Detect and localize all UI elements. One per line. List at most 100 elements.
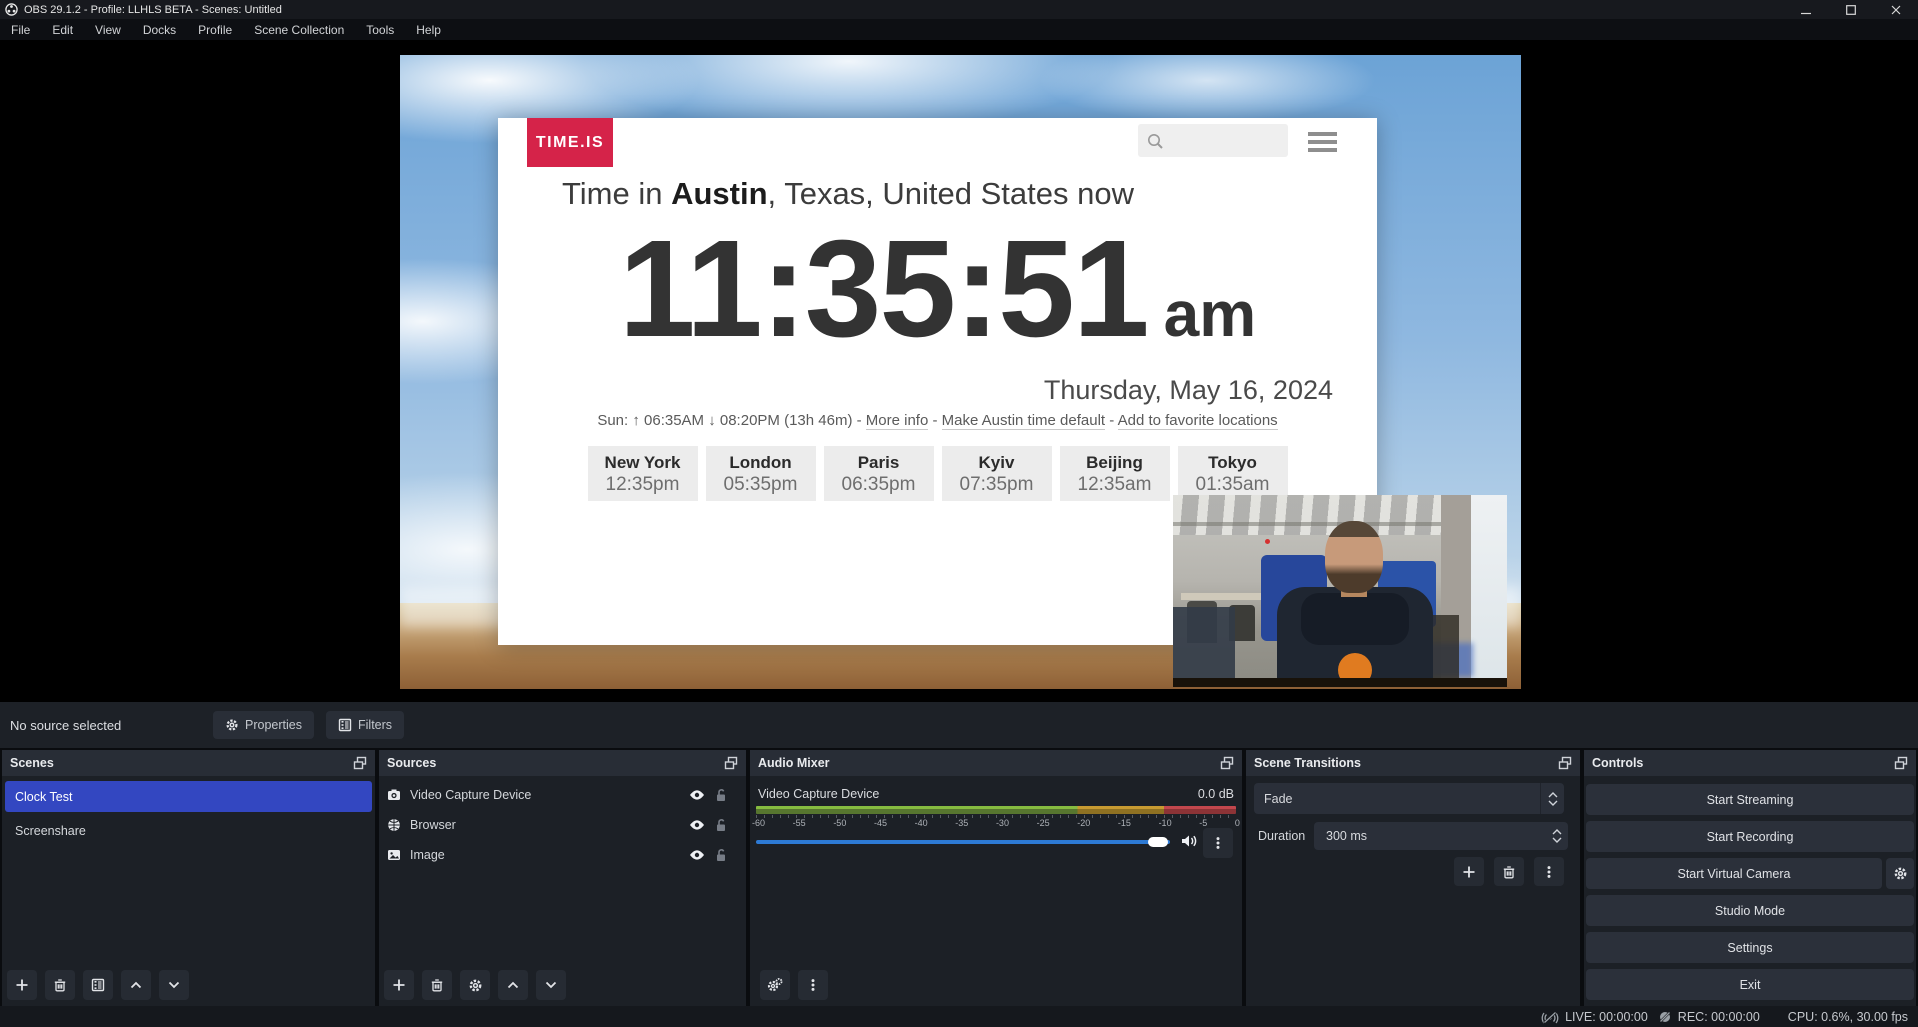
scene-filters-button[interactable] [83,970,113,1000]
popout-icon[interactable] [1894,756,1908,770]
maximize-button[interactable] [1828,0,1873,19]
minimize-button[interactable] [1783,0,1828,19]
source-move-down-button[interactable] [536,970,566,1000]
virtual-camera-config-button[interactable] [1886,858,1914,889]
filters-button[interactable]: Filters [326,711,404,739]
start-virtual-camera-button[interactable]: Start Virtual Camera [1586,858,1882,889]
current-date: Thursday, May 16, 2024 [1044,375,1333,406]
scenes-dock-header[interactable]: Scenes [2,750,375,776]
camera-icon [387,788,401,802]
popout-icon[interactable] [724,756,738,770]
window-title: OBS 29.1.2 - Profile: LLHLS BETA - Scene… [24,4,282,16]
properties-button[interactable]: Properties [213,711,314,739]
mixer-level-db: 0.0 dB [1198,787,1234,801]
menu-tools[interactable]: Tools [355,19,405,40]
spin-up-icon[interactable] [1552,829,1562,835]
chevron-up-icon [129,978,143,992]
transitions-header[interactable]: Scene Transitions [1246,750,1580,776]
scene-item-clock-test[interactable]: Clock Test [5,781,372,812]
scene-move-up-button[interactable] [121,970,151,1000]
source-status-text: No source selected [10,718,121,733]
clock-digits: 11:35:51 [619,212,1148,366]
remove-source-button[interactable] [422,970,452,1000]
plus-icon [1462,865,1476,879]
popout-icon[interactable] [1220,756,1234,770]
more-info-link: More info [866,412,929,430]
menu-help[interactable]: Help [405,19,452,40]
trash-icon [53,978,67,992]
transition-select[interactable]: Fade [1254,783,1564,814]
menu-edit[interactable]: Edit [41,19,84,40]
source-move-up-button[interactable] [498,970,528,1000]
kebab-menu-icon [1542,865,1556,879]
chevron-down-icon [167,978,181,992]
mixer-menu-button[interactable] [798,970,828,1000]
controls-dock: Controls Start Streaming Start Recording… [1584,750,1916,1006]
advanced-audio-button[interactable] [760,970,790,1000]
chevron-down-icon [1548,800,1558,806]
remove-scene-button[interactable] [45,970,75,1000]
preview-canvas[interactable]: TIME.IS Time in Austin, Texas, United St… [0,40,1918,702]
transitions-dock: Scene Transitions Fade Duration 300 ms [1246,750,1580,1006]
chevron-up-icon [506,978,520,992]
obs-window: OBS 29.1.2 - Profile: LLHLS BETA - Scene… [0,0,1918,1027]
close-button[interactable] [1873,0,1918,19]
lock-icon[interactable] [714,848,728,862]
source-properties-button[interactable] [460,970,490,1000]
add-source-button[interactable] [384,970,414,1000]
popout-icon[interactable] [1558,756,1572,770]
remove-transition-button[interactable] [1494,857,1524,886]
speaker-icon[interactable] [1180,833,1198,849]
program-video-frame[interactable]: TIME.IS Time in Austin, Texas, United St… [400,55,1521,689]
make-default-link: Make Austin time default [942,412,1105,430]
scene-item-screenshare[interactable]: Screenshare [5,815,372,846]
duration-spinner[interactable]: 300 ms [1314,822,1568,850]
source-row-browser[interactable]: Browser [379,810,746,840]
trash-icon [430,978,444,992]
volume-slider-handle[interactable] [1148,837,1168,847]
add-transition-button[interactable] [1454,857,1484,886]
studio-mode-button[interactable]: Studio Mode [1586,895,1914,926]
scene-move-down-button[interactable] [159,970,189,1000]
gear-icon [225,718,239,732]
start-streaming-button[interactable]: Start Streaming [1586,784,1914,815]
popout-icon[interactable] [353,756,367,770]
status-bar: LIVE: 00:00:00 REC: 00:00:00 CPU: 0.6%, … [0,1006,1918,1027]
lock-icon[interactable] [714,788,728,802]
world-clock-newyork: New York12:35pm [588,446,698,501]
webcam-overlay-source[interactable] [1173,495,1507,687]
city-name: Austin [671,176,767,211]
eye-icon[interactable] [689,789,705,801]
hamburger-menu-icon [1308,132,1337,152]
volume-slider[interactable] [756,840,1170,844]
settings-button[interactable]: Settings [1586,932,1914,963]
add-scene-button[interactable] [7,970,37,1000]
record-inactive-icon [1658,1010,1672,1024]
world-clocks: New York12:35pm London05:35pm Paris06:35… [498,446,1377,501]
spin-down-icon[interactable] [1552,837,1562,843]
menu-view[interactable]: View [84,19,132,40]
transition-menu-button[interactable] [1534,857,1564,886]
audio-mixer-header[interactable]: Audio Mixer [750,750,1242,776]
menu-profile[interactable]: Profile [187,19,243,40]
menu-docks[interactable]: Docks [132,19,187,40]
source-status-bar: No source selected Properties Filters [0,702,1918,748]
person-face [1325,521,1383,593]
source-row-image[interactable]: Image [379,840,746,870]
exit-button[interactable]: Exit [1586,969,1914,1000]
source-row-video-capture[interactable]: Video Capture Device [379,780,746,810]
world-clock-london: London05:35pm [706,446,816,501]
controls-header[interactable]: Controls [1584,750,1916,776]
kebab-menu-icon [1211,836,1225,850]
meter-scale: -60-55-50-45-40-35-30-25-20-15-10-50 [752,818,1240,828]
menu-file[interactable]: File [0,19,41,40]
start-recording-button[interactable]: Start Recording [1586,821,1914,852]
title-bar[interactable]: OBS 29.1.2 - Profile: LLHLS BETA - Scene… [0,0,1918,19]
lock-icon[interactable] [714,818,728,832]
eye-icon[interactable] [689,849,705,861]
timeis-logo: TIME.IS [527,118,613,167]
eye-icon[interactable] [689,819,705,831]
menu-scene-collection[interactable]: Scene Collection [243,19,355,40]
mixer-channel-menu-button[interactable] [1203,828,1233,858]
sources-dock-header[interactable]: Sources [379,750,746,776]
